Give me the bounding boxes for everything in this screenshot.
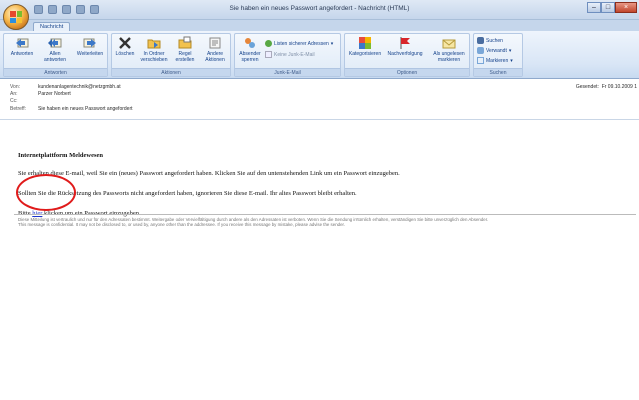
- other-actions-button[interactable]: Andere Aktionen: [200, 36, 230, 63]
- reply-button[interactable]: Antworten: [7, 36, 37, 58]
- group-label-junk: Junk-E-Mail: [235, 68, 340, 76]
- office-button[interactable]: [3, 4, 29, 30]
- find-button[interactable]: Suchen: [477, 37, 503, 44]
- move-to-folder-button[interactable]: In Ordner verschieben: [138, 36, 170, 63]
- rule-icon: [178, 36, 192, 49]
- not-junk-button[interactable]: Keine Junk-E-Mail: [265, 51, 315, 58]
- ribbon-tab-row: Nachricht: [0, 20, 639, 32]
- subject-row: Betreff: Sie haben ein neues Passwort ang…: [10, 106, 133, 112]
- group-label-antworten: Antworten: [4, 68, 107, 76]
- not-junk-icon: [265, 51, 272, 58]
- group-label-suchen: Suchen: [474, 68, 522, 76]
- mark-unread-icon: [442, 39, 456, 49]
- reply-all-button[interactable]: Allen antworten: [40, 36, 70, 63]
- binoculars-icon: [477, 37, 484, 44]
- related-icon: [477, 47, 484, 54]
- from-row: Von: kundenanlagentechnik@netzgmbh.at: [10, 84, 121, 90]
- other-actions-icon: [209, 37, 221, 49]
- group-label-aktionen: Aktionen: [112, 68, 230, 76]
- rule-button[interactable]: Regel erstellen: [172, 36, 198, 63]
- group-suchen: Suchen Verwandt ▾ Markieren ▾ Suchen: [473, 33, 523, 77]
- maximize-icon[interactable]: □: [601, 2, 615, 13]
- select-icon: [477, 57, 484, 64]
- followup-button[interactable]: Nachverfolgung: [385, 36, 425, 58]
- cc-row: Cc:: [10, 98, 18, 104]
- from-value[interactable]: kundenanlagentechnik@netzgmbh.at: [38, 84, 121, 90]
- group-optionen: Kategorisieren Nachverfolgung Als ungele…: [344, 33, 470, 77]
- group-aktionen: Löschen In Ordner verschieben Regel erst…: [111, 33, 231, 77]
- office-logo-icon: [10, 11, 22, 23]
- followup-flag-icon: [400, 37, 410, 49]
- window-title: Sie haben ein neues Passwort angefordert…: [229, 5, 410, 12]
- select-button[interactable]: Markieren ▾: [477, 57, 513, 64]
- to-value[interactable]: Parzer Norbert: [38, 91, 71, 97]
- block-sender-button[interactable]: Absender sperren: [237, 36, 263, 63]
- ribbon: Antworten Allen antworten Weiterleiten A…: [0, 31, 639, 79]
- message-header: Von: kundenanlagentechnik@netzgmbh.at An:…: [0, 80, 639, 120]
- related-button[interactable]: Verwandt ▾: [477, 47, 511, 54]
- forward-button[interactable]: Weiterleiten: [74, 36, 106, 58]
- close-icon[interactable]: ×: [615, 2, 637, 13]
- safe-list-button[interactable]: Listen sicherer Adressen ▾: [265, 40, 333, 47]
- disclaimer: Diese Mitteilung ist vertraulich und nur…: [18, 217, 630, 227]
- mark-unread-button[interactable]: Als ungelesen markieren: [429, 36, 469, 63]
- reply-all-icon: [48, 38, 62, 48]
- divider: [14, 214, 636, 215]
- body-paragraph-1: Sie erhalten diese E-mail, weil Sie ein …: [18, 170, 400, 177]
- highlight-circle: [16, 174, 76, 211]
- delete-button[interactable]: Löschen: [114, 36, 136, 58]
- subject-value: Sie haben ein neues Passwort angefordert: [38, 106, 133, 112]
- title-bar: Sie haben ein neues Passwort angefordert…: [0, 0, 639, 20]
- reply-icon: [16, 38, 29, 48]
- delete-icon: [119, 37, 131, 49]
- block-sender-icon: [245, 38, 255, 48]
- categorize-icon: [359, 37, 371, 49]
- disclaimer-en: This message is confidential. It may not…: [18, 222, 345, 228]
- move-to-folder-icon: [147, 39, 161, 49]
- body-heading: Internetplattform Meldewesen: [18, 152, 104, 159]
- forward-icon: [83, 38, 96, 48]
- sent-date: Gesendet: Fr 09.10.2009 1: [575, 84, 637, 90]
- categorize-button[interactable]: Kategorisieren: [347, 36, 383, 58]
- to-row: An: Parzer Norbert: [10, 91, 71, 97]
- safe-list-icon: [265, 40, 272, 47]
- window-controls: – □ ×: [587, 2, 637, 13]
- group-antworten: Antworten Allen antworten Weiterleiten A…: [3, 33, 108, 77]
- minimize-icon[interactable]: –: [587, 2, 601, 13]
- group-junk: Absender sperren Listen sicherer Adresse…: [234, 33, 341, 77]
- group-label-optionen: Optionen: [345, 68, 469, 76]
